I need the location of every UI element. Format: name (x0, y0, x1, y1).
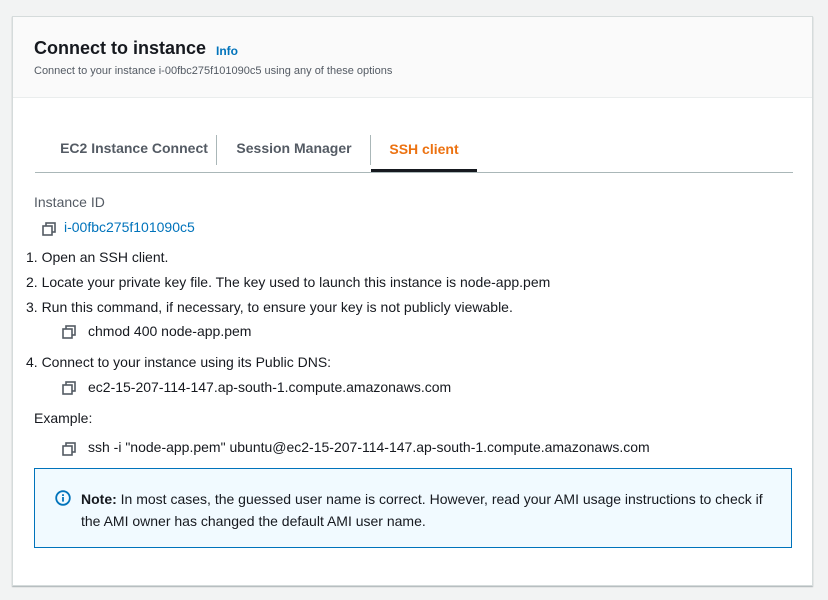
example-command: ssh -i "node-app.pem" ubuntu@ec2-15-207-… (88, 439, 650, 455)
connection-tabs: EC2 Instance Connect Session Manager SSH… (35, 125, 793, 173)
step-1: 1. Open an SSH client. (26, 249, 169, 265)
public-dns: ec2-15-207-114-147.ap-south-1.compute.am… (88, 379, 452, 395)
step-2: 2. Locate your private key file. The key… (26, 274, 551, 290)
page-title: Connect to instance (34, 38, 207, 58)
tab-session-manager[interactable]: Session Manager (217, 125, 371, 171)
copy-icon[interactable] (62, 325, 76, 339)
panel-header: Connect to instance Info Connect to your… (13, 17, 812, 98)
step-3: 3. Run this command, if necessary, to en… (26, 299, 513, 315)
note-text: Note: In most cases, the guessed user na… (81, 488, 781, 532)
copy-icon[interactable] (62, 442, 76, 456)
connect-to-instance-panel: Connect to instance Info Connect to your… (12, 16, 813, 586)
copy-icon[interactable] (42, 222, 56, 236)
instance-id-link[interactable]: i-00fbc275f101090c5 (64, 219, 195, 235)
note-body: In most cases, the guessed user name is … (81, 491, 763, 529)
info-link[interactable]: Info (216, 44, 238, 58)
tab-ec2-instance-connect[interactable]: EC2 Instance Connect (35, 125, 233, 171)
tab-ssh-client[interactable]: SSH client (371, 125, 477, 172)
info-alert: Note: In most cases, the guessed user na… (34, 468, 792, 548)
step-4: 4. Connect to your instance using its Pu… (26, 354, 332, 370)
instance-id-label: Instance ID (34, 194, 105, 210)
chmod-command: chmod 400 node-app.pem (88, 323, 252, 339)
info-icon (55, 490, 71, 506)
copy-icon[interactable] (62, 381, 76, 395)
example-label: Example: (34, 410, 93, 426)
panel-description: Connect to your instance i-00fbc275f1010… (34, 65, 393, 77)
note-prefix: Note: (81, 491, 117, 507)
